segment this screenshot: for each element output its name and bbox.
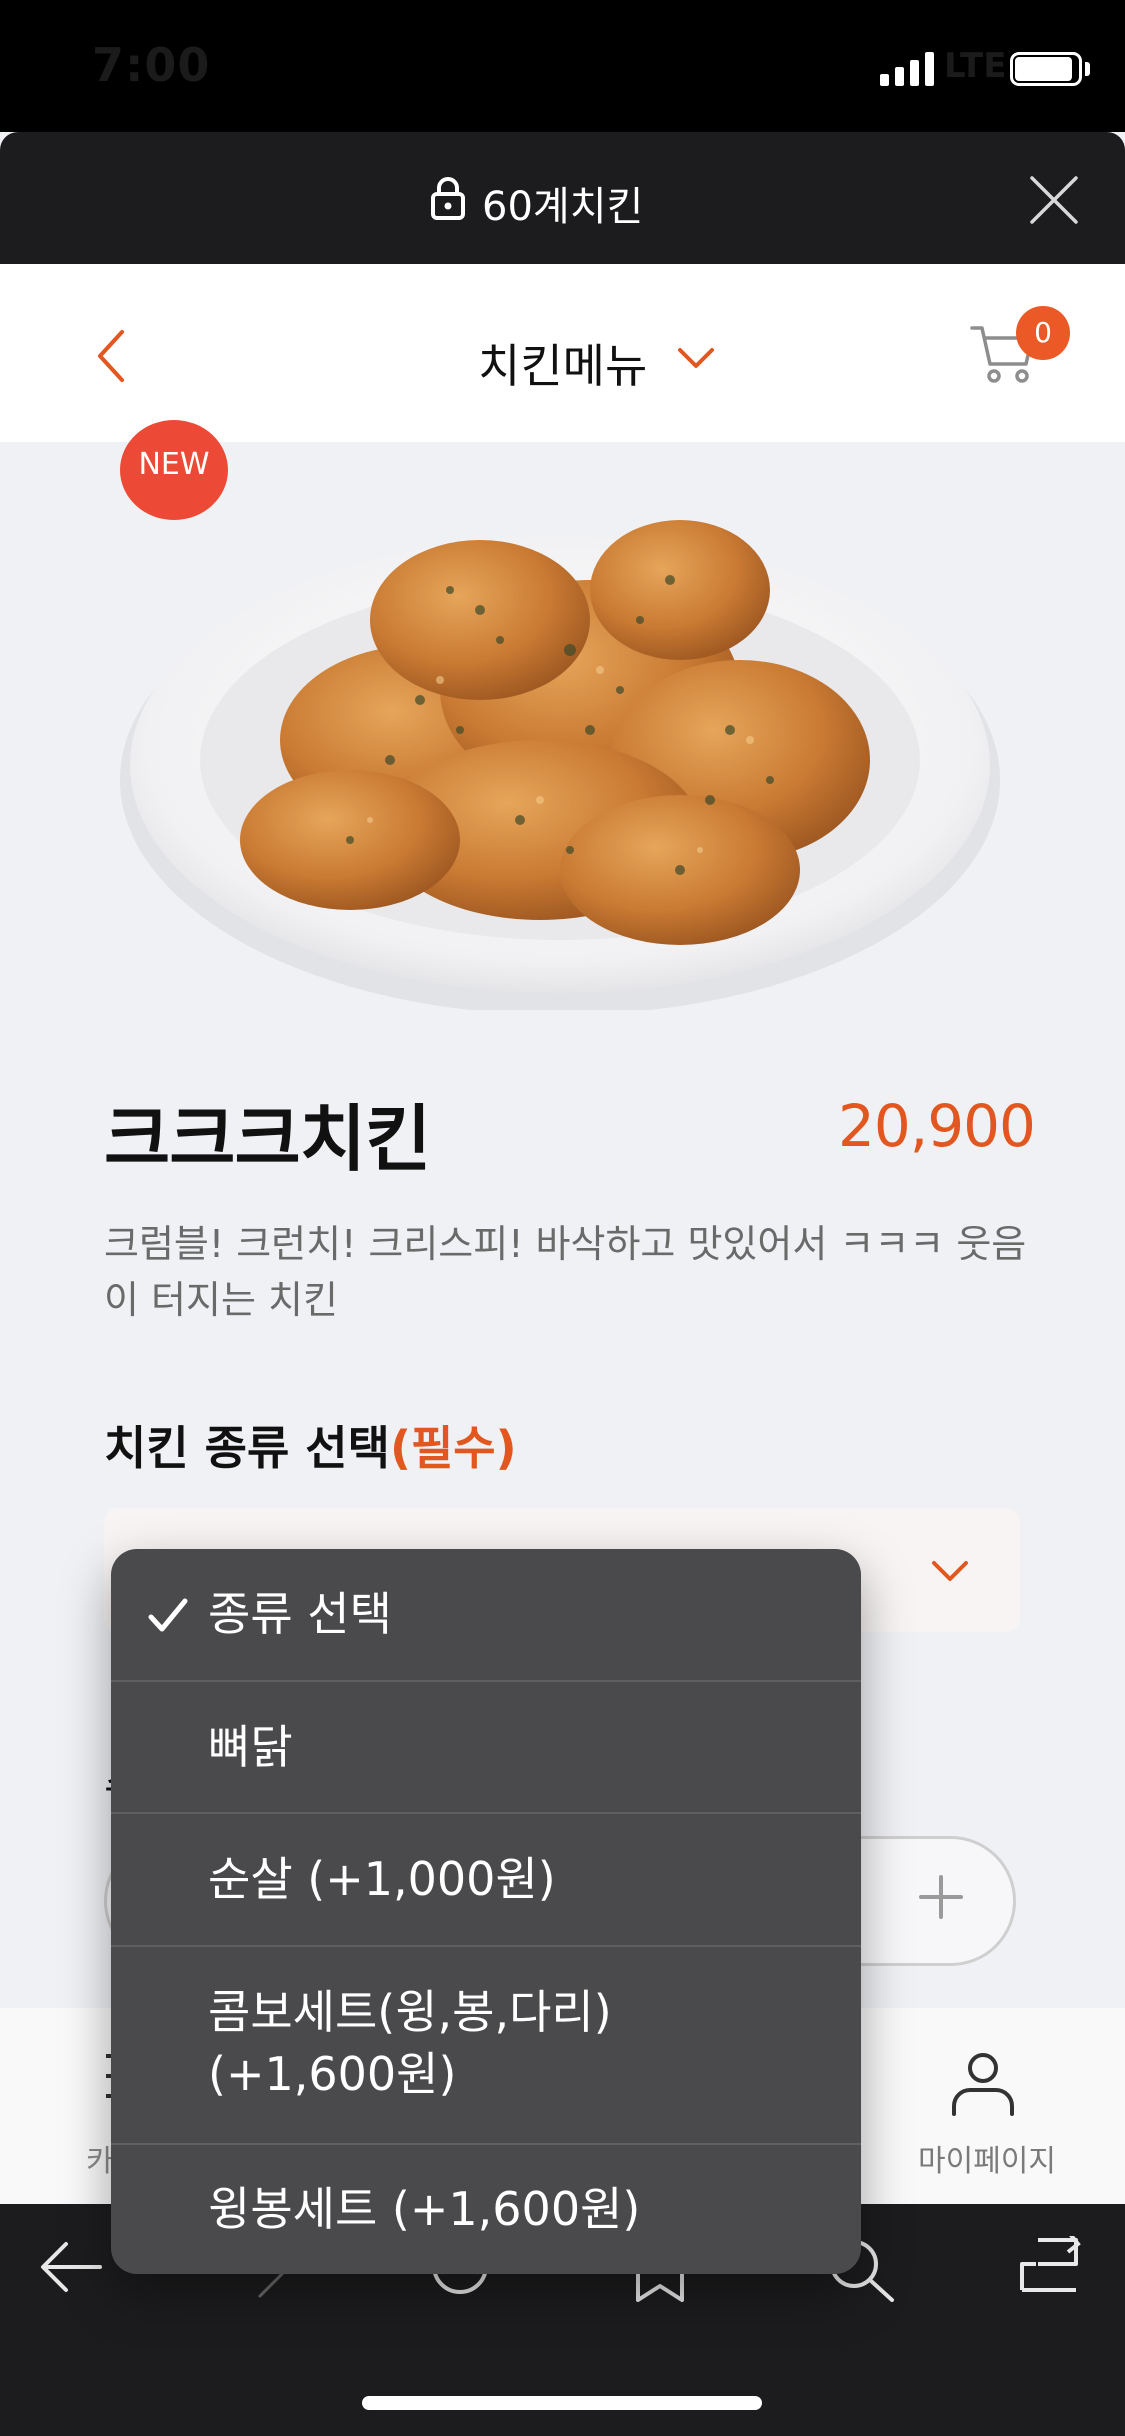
forward-arrow-icon[interactable]	[256, 2270, 286, 2300]
chevron-down-icon[interactable]	[676, 344, 716, 372]
dropdown-item-label: 콤보세트(윙,봉,다리) (+1,600원)	[208, 1985, 612, 2101]
dropdown-item-wing-set[interactable]: 윙봉세트 (+1,600원)	[111, 2145, 861, 2274]
dropdown-item-label: 순살 (+1,000원)	[208, 1852, 556, 1906]
menu-title[interactable]: 치킨메뉴	[478, 330, 647, 396]
plus-icon[interactable]	[916, 1872, 966, 1922]
option-label: 치킨 종류 선택(필수)	[104, 1412, 517, 1478]
dropdown-item-label: 윙봉세트 (+1,600원)	[208, 2182, 641, 2236]
back-chevron-icon[interactable]	[92, 326, 128, 386]
home-indicator	[362, 2396, 762, 2410]
person-icon[interactable]	[950, 2050, 1016, 2116]
dropdown-item-label: 종류 선택	[208, 1587, 392, 1641]
required-marker: (필수)	[389, 1421, 517, 1475]
checkmark-icon	[148, 1598, 188, 1632]
lock-icon	[431, 177, 465, 220]
tabs-icon[interactable]	[1018, 2236, 1082, 2296]
new-badge: NEW	[120, 420, 228, 520]
network-label: LTE	[944, 46, 1007, 86]
chevron-down-icon	[932, 1561, 968, 1581]
dropdown-item-combo-set[interactable]: 콤보세트(윙,봉,다리) (+1,600원)	[111, 1947, 861, 2145]
product-description: 크럼블! 크런치! 크리스피! 바삭하고 맛있어서 ㅋㅋㅋ 웃음이 터지는 치킨	[104, 1222, 1027, 1322]
close-icon[interactable]	[1028, 174, 1080, 226]
product-name: 크크크치킨	[104, 1097, 431, 1181]
battery-tip	[1085, 62, 1090, 76]
dropdown-item-label: 뼈닭	[208, 1720, 293, 1774]
dropdown-item-bone-in[interactable]: 뼈닭	[111, 1682, 861, 1814]
chicken-type-dropdown[interactable]: 종류 선택 뼈닭 순살 (+1,000원) 콤보세트(윙,봉,다리) (+1,6…	[111, 1549, 861, 2274]
status-time: 7:00	[92, 38, 211, 92]
dropdown-item-boneless[interactable]: 순살 (+1,000원)	[111, 1814, 861, 1947]
nav-category-label[interactable]: 카	[86, 2136, 114, 2180]
back-arrow-icon[interactable]	[38, 2238, 104, 2296]
dropdown-item-select[interactable]: 종류 선택	[111, 1549, 861, 1682]
option-label-text: 치킨 종류 선택	[104, 1421, 390, 1475]
nav-mypage-label[interactable]: 마이페이지	[918, 2136, 1056, 2180]
product-image	[120, 520, 1000, 1010]
site-title: 60계치킨	[482, 184, 644, 230]
cart-count-badge: 0	[1016, 306, 1070, 360]
battery-level	[1015, 57, 1072, 81]
product-price: 20,900	[838, 1092, 1036, 1160]
signal-icon	[880, 52, 934, 86]
